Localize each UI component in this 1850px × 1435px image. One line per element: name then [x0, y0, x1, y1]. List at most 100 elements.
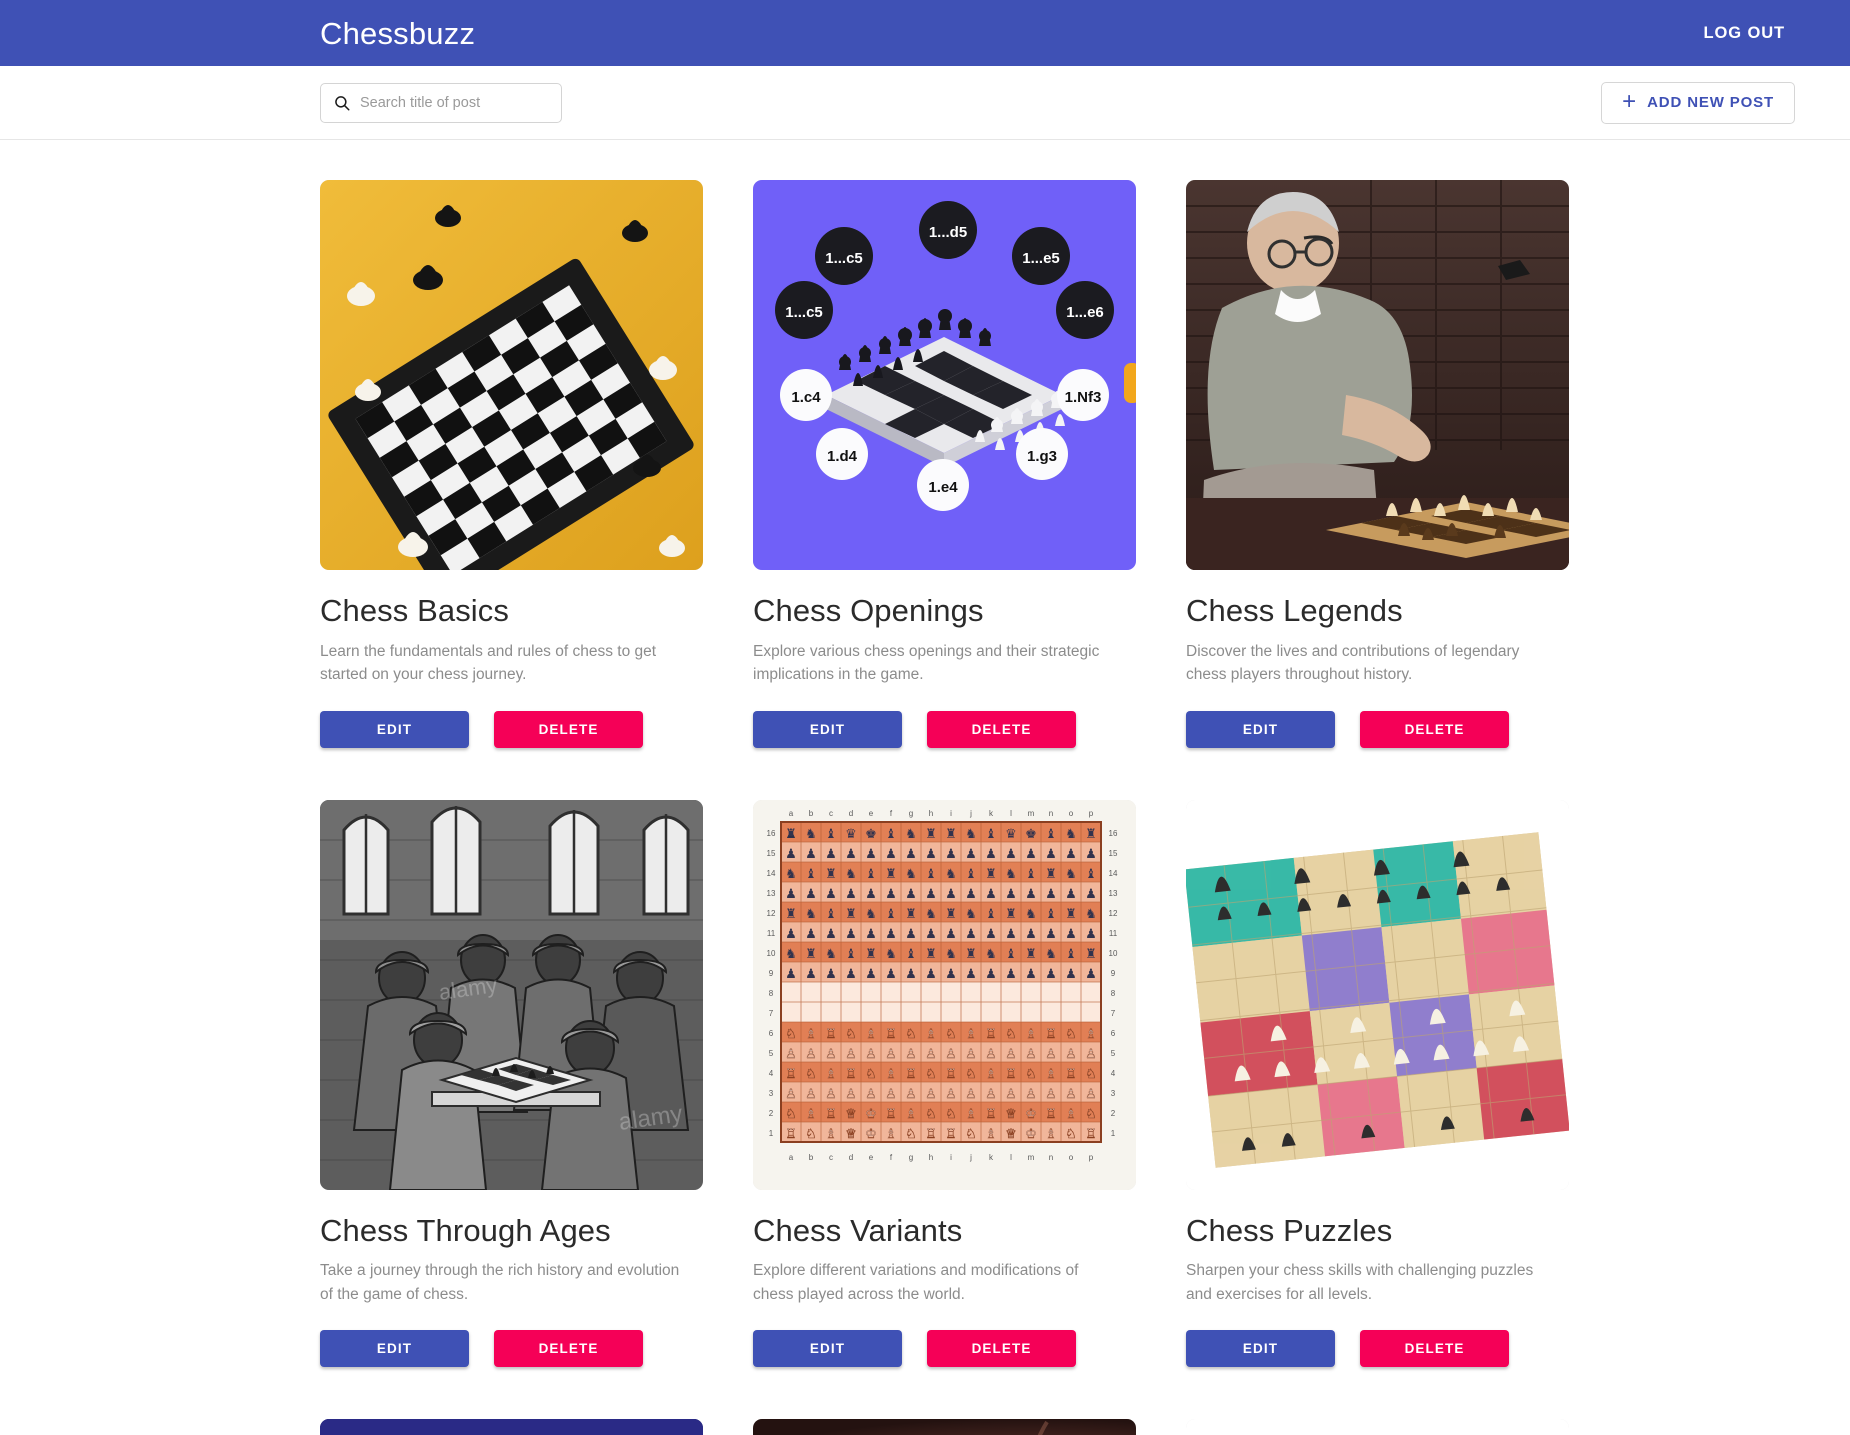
- svg-text:♙: ♙: [805, 1086, 817, 1101]
- svg-text:7: 7: [1111, 1009, 1116, 1018]
- edit-button[interactable]: EDIT: [1186, 710, 1335, 748]
- post-thumbnail-chess-puzzles[interactable]: [1186, 799, 1569, 1190]
- svg-text:♜: ♜: [1065, 906, 1077, 921]
- delete-button[interactable]: DELETE: [1360, 1330, 1509, 1368]
- post-actions: EDIT DELETE: [753, 710, 1136, 748]
- svg-text:♟: ♟: [1085, 846, 1097, 861]
- svg-text:♝: ♝: [825, 906, 837, 921]
- post-thumbnail-chess-legends[interactable]: [1186, 180, 1569, 570]
- logout-button[interactable]: LOG OUT: [1694, 16, 1795, 51]
- svg-text:15: 15: [767, 849, 776, 858]
- svg-text:♟: ♟: [965, 926, 977, 941]
- svg-text:♞: ♞: [945, 866, 957, 881]
- svg-text:♜: ♜: [825, 866, 837, 881]
- svg-text:13: 13: [1109, 889, 1118, 898]
- post-card-partial: [753, 1419, 1136, 1435]
- svg-text:♗: ♗: [885, 1066, 897, 1081]
- svg-text:♟: ♟: [865, 846, 877, 861]
- svg-text:♗: ♗: [805, 1026, 817, 1041]
- svg-text:c: c: [829, 1153, 833, 1162]
- post-card: Chess Basics Learn the fundamentals and …: [320, 180, 703, 748]
- svg-text:♟: ♟: [885, 966, 897, 981]
- delete-button[interactable]: DELETE: [927, 710, 1076, 748]
- svg-text:♟: ♟: [965, 966, 977, 981]
- svg-text:♘: ♘: [945, 1106, 957, 1121]
- search-input[interactable]: [360, 94, 549, 111]
- svg-text:♘: ♘: [945, 1026, 957, 1041]
- svg-text:♘: ♘: [845, 1026, 857, 1041]
- svg-text:♜: ♜: [1045, 866, 1057, 881]
- svg-text:♟: ♟: [945, 846, 957, 861]
- svg-text:♙: ♙: [1025, 1086, 1037, 1101]
- svg-text:p: p: [1089, 809, 1094, 818]
- svg-text:♙: ♙: [845, 1086, 857, 1101]
- svg-text:♙: ♙: [785, 1086, 797, 1101]
- svg-text:♘: ♘: [785, 1026, 797, 1041]
- svg-text:1.c4: 1.c4: [791, 389, 821, 406]
- edit-button[interactable]: EDIT: [320, 1330, 469, 1368]
- svg-text:5: 5: [1111, 1049, 1116, 1058]
- svg-text:♟: ♟: [985, 846, 997, 861]
- svg-text:♝: ♝: [985, 906, 997, 921]
- post-thumbnail-chess-openings[interactable]: 1...d5 1...c5 1...e5 1...c5 1...e6 1.c4 …: [753, 180, 1136, 570]
- svg-text:j: j: [969, 1153, 972, 1162]
- svg-text:♟: ♟: [1065, 846, 1077, 861]
- edit-button[interactable]: EDIT: [320, 710, 469, 748]
- svg-text:l: l: [1010, 1153, 1012, 1162]
- svg-text:♛: ♛: [845, 826, 857, 841]
- delete-button[interactable]: DELETE: [927, 1330, 1076, 1368]
- svg-text:♙: ♙: [865, 1046, 877, 1061]
- svg-text:8: 8: [769, 989, 774, 998]
- edit-button[interactable]: EDIT: [1186, 1330, 1335, 1368]
- add-new-post-button[interactable]: + ADD NEW POST: [1601, 81, 1795, 124]
- svg-text:m: m: [1028, 809, 1035, 818]
- svg-text:♘: ♘: [1085, 1106, 1097, 1121]
- delete-button[interactable]: DELETE: [1360, 710, 1509, 748]
- post-thumbnail-partial-1[interactable]: [320, 1419, 703, 1435]
- svg-text:♗: ♗: [865, 1026, 877, 1041]
- svg-text:♙: ♙: [945, 1046, 957, 1061]
- svg-text:1.g3: 1.g3: [1027, 448, 1057, 465]
- post-thumbnail-chess-basics[interactable]: [320, 180, 703, 570]
- edit-button[interactable]: EDIT: [753, 1330, 902, 1368]
- svg-text:♙: ♙: [1085, 1046, 1097, 1061]
- svg-text:♟: ♟: [945, 886, 957, 901]
- svg-text:♖: ♖: [785, 1126, 797, 1141]
- svg-text:♜: ♜: [885, 866, 897, 881]
- svg-text:♗: ♗: [1045, 1126, 1057, 1141]
- svg-text:14: 14: [767, 869, 776, 878]
- svg-text:♜: ♜: [1085, 946, 1097, 961]
- post-thumbnail-chess-variants[interactable]: ♜ ♞ ♝ ♛ ♚ ♝ ♞ ♜ ♜ ♞ ♝ ♛ ♚ ♝ ♞ ♜ ♟ ♟ ♟ ♟ ♟ ♟ ♟ ♟ ♟ ♟ ♟ ♟ ♟ ♟ ♟ ♟ …: [753, 799, 1136, 1190]
- svg-text:♔: ♔: [1025, 1106, 1037, 1121]
- svg-text:6: 6: [769, 1029, 774, 1038]
- svg-text:♟: ♟: [1005, 966, 1017, 981]
- svg-text:♘: ♘: [785, 1106, 797, 1121]
- svg-text:♕: ♕: [845, 1106, 857, 1121]
- svg-text:♚: ♚: [1025, 826, 1037, 841]
- post-card: 1...d5 1...c5 1...e5 1...c5 1...e6 1.c4 …: [753, 180, 1136, 748]
- edit-button[interactable]: EDIT: [753, 710, 902, 748]
- svg-text:♖: ♖: [925, 1126, 937, 1141]
- svg-text:♗: ♗: [965, 1106, 977, 1121]
- svg-text:♖: ♖: [825, 1106, 837, 1121]
- svg-text:♗: ♗: [885, 1126, 897, 1141]
- svg-text:♖: ♖: [985, 1106, 997, 1121]
- svg-text:♟: ♟: [865, 966, 877, 981]
- svg-text:♘: ♘: [905, 1026, 917, 1041]
- svg-text:♞: ♞: [885, 946, 897, 961]
- svg-text:10: 10: [1109, 949, 1118, 958]
- post-thumbnail-partial-3[interactable]: [1186, 1419, 1569, 1435]
- search-box[interactable]: [320, 82, 562, 123]
- post-thumbnail-partial-2[interactable]: [753, 1419, 1136, 1435]
- delete-button[interactable]: DELETE: [494, 1330, 643, 1368]
- svg-text:♟: ♟: [1045, 966, 1057, 981]
- svg-text:♜: ♜: [1025, 946, 1037, 961]
- delete-button[interactable]: DELETE: [494, 710, 643, 748]
- svg-text:e: e: [869, 1153, 874, 1162]
- svg-text:♙: ♙: [825, 1046, 837, 1061]
- svg-text:15: 15: [1109, 849, 1118, 858]
- post-thumbnail-chess-through-ages[interactable]: alamy alamy: [320, 799, 703, 1190]
- svg-text:♟: ♟: [905, 966, 917, 981]
- svg-text:♟: ♟: [825, 886, 837, 901]
- post-actions: EDIT DELETE: [320, 1330, 703, 1368]
